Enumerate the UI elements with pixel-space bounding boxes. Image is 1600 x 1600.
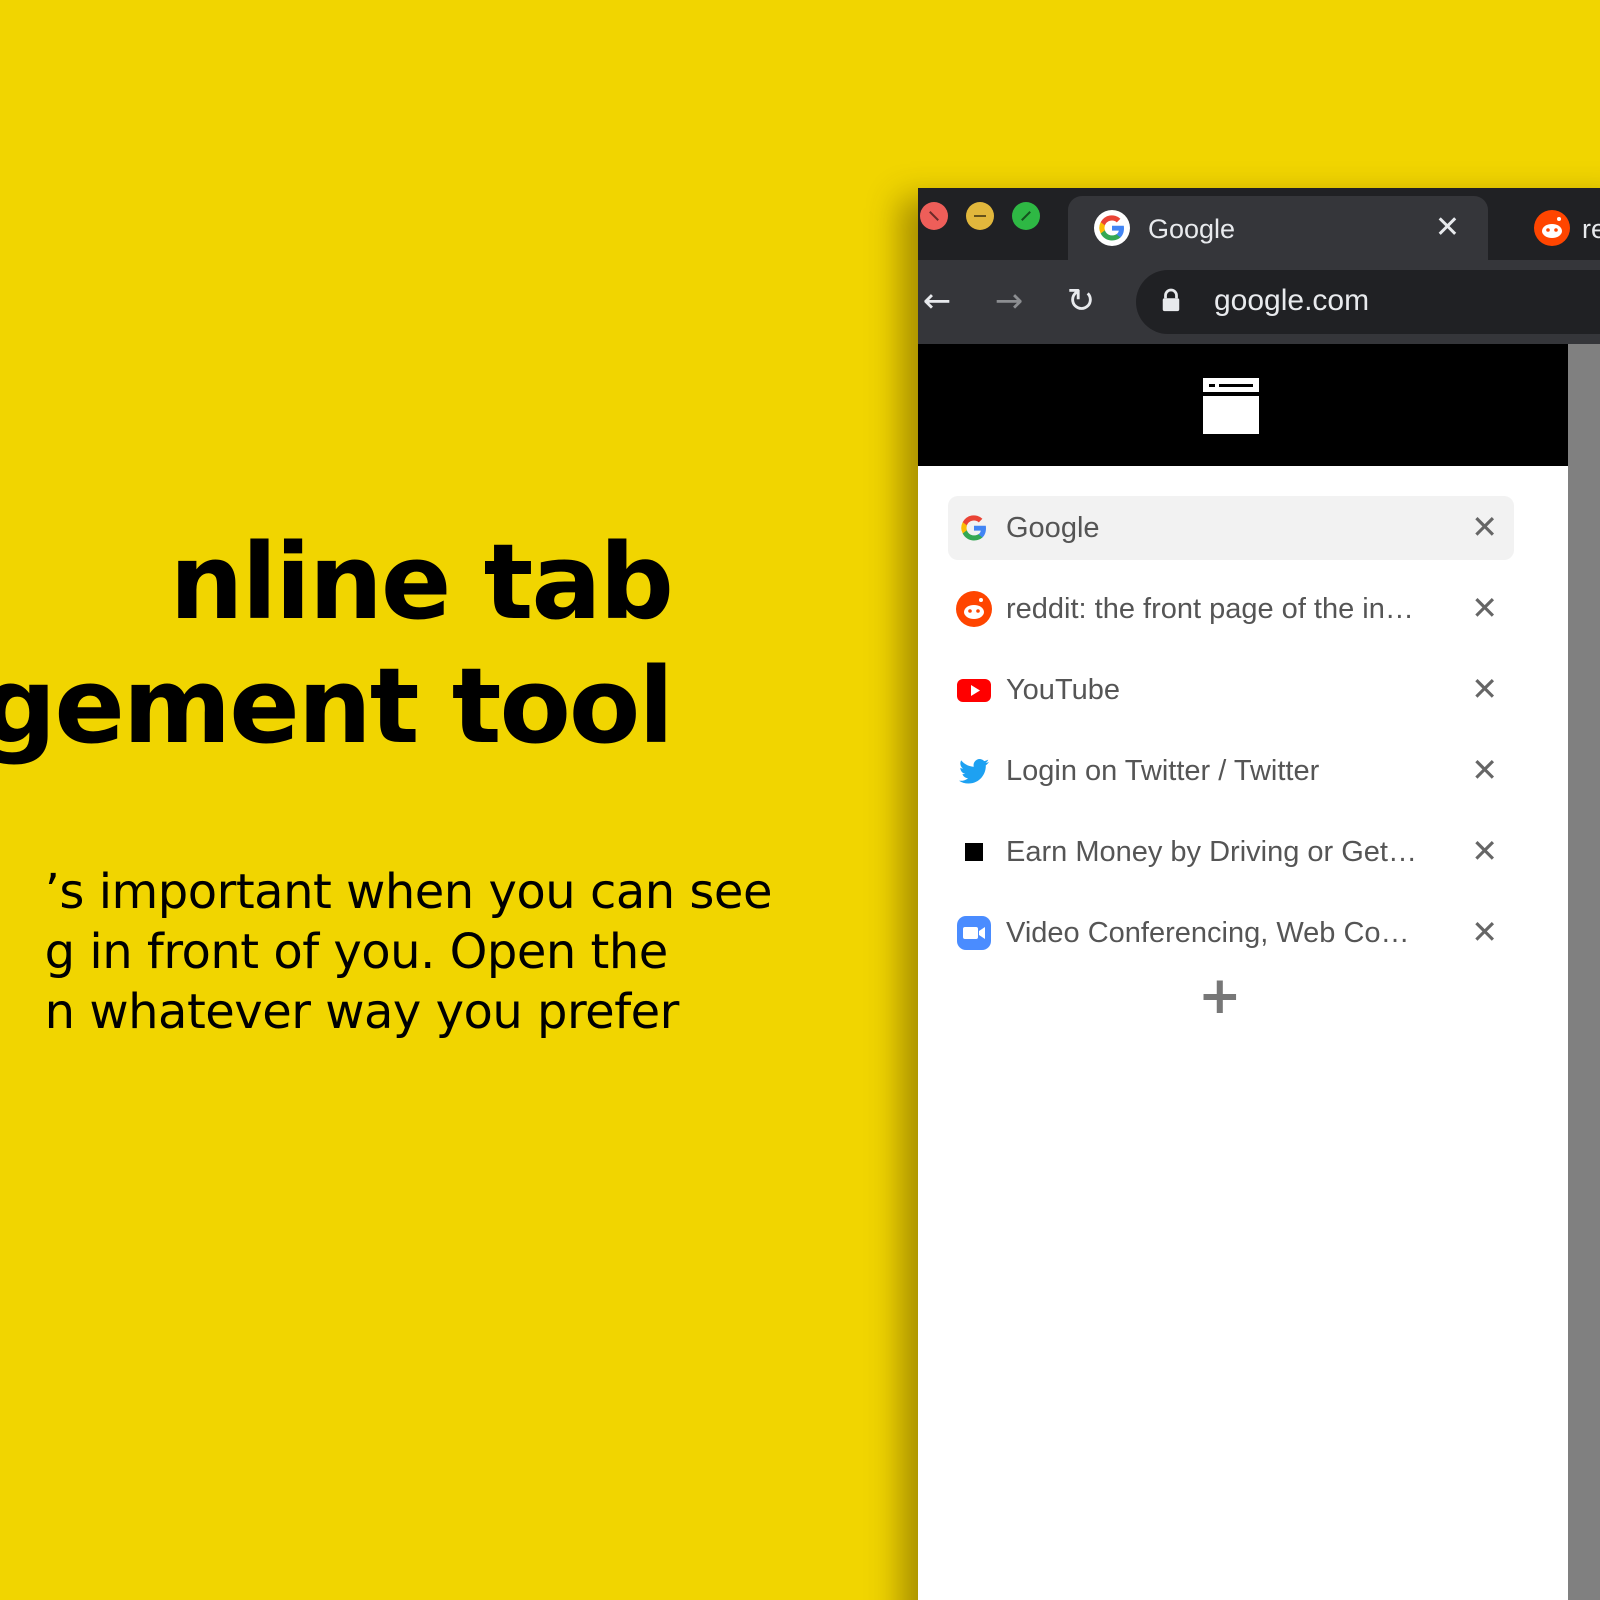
back-arrow-icon[interactable]: ← (918, 276, 962, 326)
reddit-icon (1534, 210, 1570, 246)
tab-strip: Google ✕ red (918, 188, 1600, 260)
close-icon[interactable]: ✕ (1471, 508, 1498, 546)
forward-arrow-icon[interactable]: → (984, 276, 1034, 326)
address-bar-url: google.com (1214, 284, 1370, 317)
body-line-1: ’s important when you can see (44, 864, 773, 920)
list-item[interactable]: Login on Twitter / Twitter ✕ (948, 739, 1514, 803)
tab-title: YouTube (1006, 674, 1120, 706)
close-icon[interactable]: ✕ (1471, 670, 1498, 708)
browser-tab-google[interactable]: Google ✕ (1068, 196, 1488, 260)
close-icon[interactable]: ✕ (1471, 751, 1498, 789)
list-item[interactable]: Video Conferencing, Web Co… ✕ (948, 901, 1514, 965)
panel-header (918, 344, 1568, 466)
headline-line-2: agement tool (0, 645, 674, 767)
close-icon[interactable]: ✕ (1471, 913, 1498, 951)
tab-title: Earn Money by Driving or Get… (1006, 836, 1417, 868)
tab-title: Google (1006, 512, 1100, 544)
address-bar[interactable]: google.com (1136, 270, 1600, 334)
twitter-icon (956, 753, 992, 789)
page-viewport: Google ✕ reddit: the front page of the i… (918, 344, 1600, 1600)
window-maximize-button[interactable] (1012, 202, 1040, 230)
tab-title: Login on Twitter / Twitter (1006, 755, 1320, 787)
lock-icon (1160, 288, 1182, 318)
add-tab-button[interactable]: + (1198, 966, 1242, 1026)
browser-tab-reddit[interactable]: red (1514, 196, 1600, 260)
window-minimize-button[interactable] (966, 202, 994, 230)
list-item[interactable]: reddit: the front page of the in… ✕ (948, 577, 1514, 641)
list-item[interactable]: Google ✕ (948, 496, 1514, 560)
browser-tab-close-icon[interactable]: ✕ (1435, 210, 1460, 245)
browser-tab-title: red (1582, 214, 1600, 244)
headline: nline tab agement tool (0, 520, 674, 768)
youtube-icon (956, 672, 992, 708)
reddit-icon (956, 591, 992, 627)
window-close-button[interactable] (920, 202, 948, 230)
headline-line-1: nline tab (169, 521, 674, 643)
close-icon[interactable]: ✕ (1471, 589, 1498, 627)
reload-icon[interactable]: ↻ (1056, 276, 1106, 326)
tab-title: Video Conferencing, Web Co… (1006, 917, 1410, 949)
uber-icon (956, 834, 992, 870)
tab-manager-panel: Google ✕ reddit: the front page of the i… (918, 344, 1568, 1600)
google-icon (1094, 210, 1130, 246)
browser-window: Google ✕ red ← → ↻ (918, 188, 1600, 1600)
browser-toolbar: ← → ↻ google.com (918, 260, 1600, 344)
browser-tab-title: Google (1148, 214, 1236, 244)
close-icon[interactable]: ✕ (1471, 832, 1498, 870)
body-line-2: g in front of you. Open the (44, 924, 669, 980)
zoom-icon (956, 915, 992, 951)
tab-list: Google ✕ reddit: the front page of the i… (948, 496, 1514, 982)
window-logo-icon (1203, 378, 1259, 434)
list-item[interactable]: Earn Money by Driving or Get… ✕ (948, 820, 1514, 884)
google-icon (956, 510, 992, 546)
body-line-3: n whatever way you prefer (44, 984, 680, 1040)
list-item[interactable]: YouTube ✕ (948, 658, 1514, 722)
tab-title: reddit: the front page of the in… (1006, 593, 1414, 625)
body-copy: ’s important when you can see g in front… (44, 862, 773, 1042)
hero-section: nline tab agement tool ’s important when… (0, 0, 900, 1600)
